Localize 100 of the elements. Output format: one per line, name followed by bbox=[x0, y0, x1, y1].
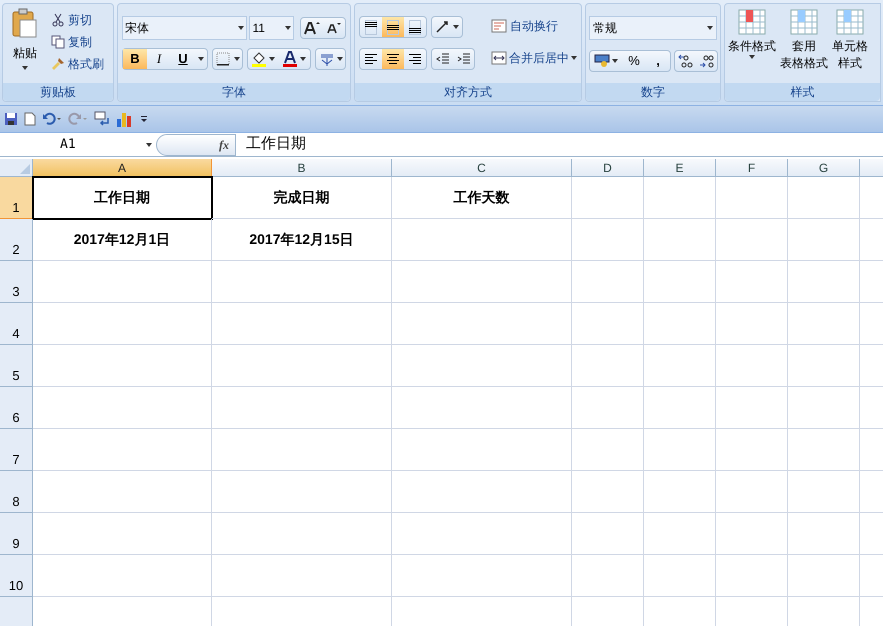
merge-center-button[interactable]: 合并后居中 bbox=[491, 48, 577, 68]
formula-bar-divider-handle[interactable]: fx bbox=[156, 134, 236, 156]
table-cell[interactable] bbox=[33, 471, 212, 513]
table-cell[interactable] bbox=[788, 429, 860, 471]
save-icon[interactable] bbox=[4, 112, 18, 126]
row-header[interactable]: 6 bbox=[0, 387, 33, 429]
table-cell[interactable] bbox=[572, 261, 644, 303]
table-cell[interactable] bbox=[716, 345, 788, 387]
row-header[interactable]: 1 bbox=[0, 177, 33, 219]
select-all-corner[interactable] bbox=[0, 159, 33, 177]
table-cell[interactable] bbox=[716, 387, 788, 429]
row-header[interactable]: 3 bbox=[0, 261, 33, 303]
table-cell[interactable] bbox=[716, 261, 788, 303]
clipboard-action[interactable]: 复制 bbox=[51, 32, 104, 51]
chat-arrow-icon[interactable] bbox=[94, 111, 110, 127]
table-cell[interactable] bbox=[788, 513, 860, 555]
font-style-button[interactable]: I bbox=[147, 49, 171, 69]
table-cell[interactable] bbox=[788, 303, 860, 345]
bar-chart-icon[interactable] bbox=[116, 111, 134, 127]
style-button[interactable]: 条件格式 bbox=[728, 8, 776, 72]
table-cell[interactable] bbox=[644, 555, 716, 597]
table-cell[interactable] bbox=[33, 387, 212, 429]
table-cell[interactable] bbox=[788, 261, 860, 303]
table-cell[interactable] bbox=[212, 429, 392, 471]
table-cell[interactable] bbox=[788, 219, 860, 261]
table-cell[interactable] bbox=[212, 471, 392, 513]
table-cell[interactable]: 工作天数 bbox=[392, 177, 572, 219]
table-cell[interactable] bbox=[716, 219, 788, 261]
font-style-button[interactable]: U bbox=[171, 49, 195, 69]
table-cell[interactable] bbox=[392, 555, 572, 597]
percent-button[interactable]: % bbox=[622, 51, 646, 71]
table-cell[interactable] bbox=[33, 555, 212, 597]
font-name-field[interactable]: 宋体 bbox=[122, 16, 248, 40]
table-cell[interactable] bbox=[788, 555, 860, 597]
clipboard-action[interactable]: 格式刷 bbox=[51, 54, 104, 73]
table-cell[interactable] bbox=[644, 345, 716, 387]
table-cell[interactable] bbox=[212, 555, 392, 597]
table-cell[interactable] bbox=[392, 429, 572, 471]
font-size-field[interactable]: 11 bbox=[249, 16, 294, 40]
table-cell[interactable] bbox=[572, 555, 644, 597]
style-button[interactable]: 单元格 样式 bbox=[832, 8, 868, 72]
column-header[interactable]: G bbox=[788, 159, 860, 177]
table-cell[interactable] bbox=[392, 387, 572, 429]
phonetic-button[interactable] bbox=[315, 48, 346, 70]
table-cell[interactable] bbox=[788, 345, 860, 387]
row-header[interactable]: 9 bbox=[0, 513, 33, 555]
table-cell[interactable]: 完成日期 bbox=[212, 177, 392, 219]
row-header[interactable]: 5 bbox=[0, 345, 33, 387]
table-cell[interactable] bbox=[572, 177, 644, 219]
table-cell[interactable] bbox=[788, 471, 860, 513]
table-cell[interactable] bbox=[644, 219, 716, 261]
undo-icon[interactable] bbox=[42, 112, 62, 126]
insert-function-label[interactable]: fx bbox=[219, 136, 229, 154]
paste-button[interactable]: 粘贴 bbox=[7, 8, 43, 73]
table-cell[interactable] bbox=[392, 261, 572, 303]
style-button[interactable]: 套用 表格格式 bbox=[780, 8, 828, 72]
formula-input[interactable]: 工作日期 bbox=[236, 134, 883, 156]
orientation-button[interactable] bbox=[431, 16, 463, 38]
row-header[interactable]: 10 bbox=[0, 555, 33, 597]
table-cell[interactable] bbox=[644, 471, 716, 513]
table-cell[interactable] bbox=[572, 303, 644, 345]
horizontal-align-button[interactable] bbox=[382, 49, 404, 69]
row-header[interactable] bbox=[0, 597, 33, 626]
number-format-field[interactable]: 常规 bbox=[589, 16, 717, 40]
table-cell[interactable] bbox=[212, 345, 392, 387]
table-cell[interactable] bbox=[392, 219, 572, 261]
table-cell[interactable] bbox=[788, 177, 860, 219]
table-cell[interactable] bbox=[572, 219, 644, 261]
table-cell[interactable] bbox=[212, 303, 392, 345]
wrap-text-button[interactable]: 自动换行 bbox=[491, 16, 577, 36]
column-header[interactable]: E bbox=[644, 159, 716, 177]
table-cell[interactable] bbox=[212, 513, 392, 555]
table-cell[interactable] bbox=[572, 471, 644, 513]
row-header[interactable]: 8 bbox=[0, 471, 33, 513]
table-cell[interactable] bbox=[212, 261, 392, 303]
table-cell[interactable] bbox=[572, 387, 644, 429]
table-cell[interactable] bbox=[716, 177, 788, 219]
new-document-icon[interactable] bbox=[24, 112, 36, 126]
clipboard-action[interactable]: 剪切 bbox=[51, 10, 104, 29]
redo-icon[interactable] bbox=[68, 112, 88, 126]
table-cell[interactable] bbox=[716, 555, 788, 597]
table-cell[interactable] bbox=[33, 429, 212, 471]
table-cell[interactable] bbox=[392, 471, 572, 513]
table-cell[interactable] bbox=[33, 303, 212, 345]
row-header[interactable]: 2 bbox=[0, 219, 33, 261]
row-header[interactable]: 7 bbox=[0, 429, 33, 471]
table-cell[interactable]: 2017年12月15日 bbox=[212, 219, 392, 261]
table-cell[interactable] bbox=[212, 387, 392, 429]
table-cell[interactable] bbox=[644, 303, 716, 345]
border-button[interactable] bbox=[212, 48, 243, 70]
table-cell[interactable] bbox=[644, 513, 716, 555]
customize-toolbar-icon[interactable] bbox=[140, 115, 148, 123]
table-cell[interactable] bbox=[716, 429, 788, 471]
table-cell[interactable]: 2017年12月1日 bbox=[33, 219, 212, 261]
table-cell[interactable] bbox=[392, 303, 572, 345]
table-cell[interactable] bbox=[392, 513, 572, 555]
column-header[interactable]: C bbox=[392, 159, 572, 177]
name-box[interactable]: A1 bbox=[0, 134, 156, 156]
column-header[interactable]: A bbox=[33, 159, 212, 177]
table-cell[interactable]: 工作日期 bbox=[33, 177, 212, 219]
